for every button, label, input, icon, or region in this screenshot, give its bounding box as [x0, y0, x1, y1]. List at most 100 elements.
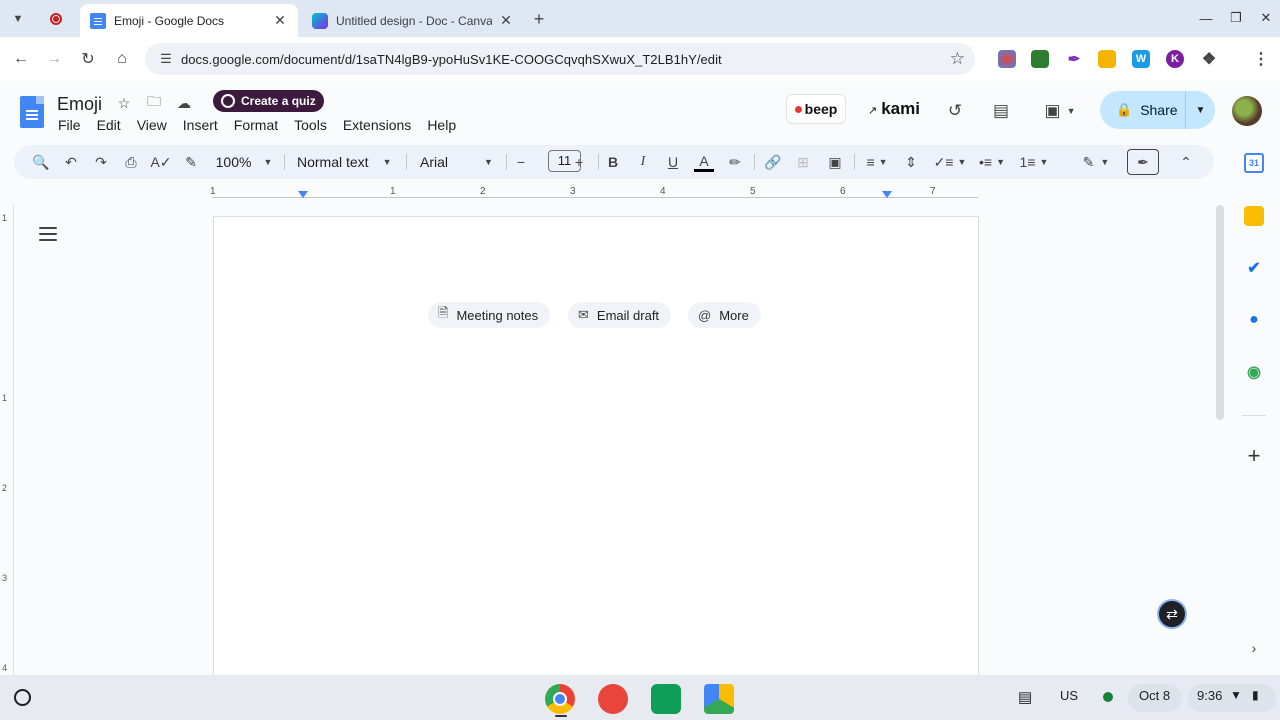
version-history-icon[interactable]: ↺ — [943, 99, 967, 123]
ime-indicator[interactable]: US — [1060, 688, 1078, 703]
undo-icon[interactable]: ↶ — [62, 152, 80, 172]
home-button[interactable]: ⌂ — [110, 47, 134, 71]
avatar[interactable] — [1232, 96, 1262, 126]
tasks-icon[interactable]: ✔ — [1244, 258, 1264, 278]
menu-insert[interactable]: Insert — [175, 116, 226, 134]
text-color-icon[interactable]: A — [694, 152, 714, 172]
italic-icon[interactable]: I — [634, 152, 652, 172]
launcher-icon[interactable] — [14, 689, 31, 706]
add-addon-icon[interactable]: + — [1244, 443, 1264, 468]
print-icon[interactable]: ⎙ — [122, 152, 140, 172]
back-button[interactable]: ← — [9, 47, 33, 71]
floating-action-icon[interactable]: ⇄ — [1157, 599, 1187, 629]
redo-icon[interactable]: ↷ — [92, 152, 110, 172]
menu-help[interactable]: Help — [419, 116, 464, 134]
keep-icon[interactable] — [1244, 206, 1264, 226]
create-quiz-button[interactable]: Create a quiz — [213, 90, 324, 112]
search-icon[interactable]: 🔍 — [32, 152, 50, 172]
vertical-scrollbar[interactable] — [1216, 205, 1224, 420]
link-icon[interactable]: 🔗 — [764, 152, 782, 172]
bold-icon[interactable]: B — [604, 152, 622, 172]
tab-emoji-docs[interactable]: Emoji - Google Docs ✕ — [80, 4, 298, 37]
new-tab-button[interactable]: + — [528, 8, 550, 30]
clipboard-icon[interactable]: ▤ — [1018, 688, 1032, 706]
right-indent-marker[interactable] — [882, 191, 892, 198]
menu-format[interactable]: Format — [226, 116, 286, 134]
email-draft-chip[interactable]: ✉ Email draft — [568, 302, 672, 328]
classroom-icon[interactable] — [651, 684, 681, 714]
kami-button[interactable]: ↗ kami — [868, 99, 920, 119]
document-page[interactable] — [213, 216, 979, 686]
pen-icon[interactable]: ✒ — [1065, 50, 1083, 68]
menu-view[interactable]: View — [129, 116, 175, 134]
spellcheck-icon[interactable]: A✓ — [150, 152, 171, 172]
close-icon[interactable]: ✕ — [498, 12, 514, 29]
line-spacing-icon[interactable]: ⇕ — [902, 152, 920, 172]
increase-font-size-icon[interactable]: + — [570, 152, 588, 172]
bookmark-star-icon[interactable]: ☆ — [950, 49, 965, 69]
tab-canva[interactable]: Untitled design - Doc - Canva ✕ — [302, 4, 524, 37]
menu-extensions[interactable]: Extensions — [335, 116, 419, 134]
move-folder-icon[interactable]: 🗀 — [144, 93, 164, 113]
beep-button[interactable]: beep — [786, 94, 846, 124]
bulleted-list-icon[interactable]: •≡ ▼ — [974, 152, 1010, 172]
editing-mode-icon[interactable]: ✎ ▼ — [1079, 152, 1113, 172]
close-icon[interactable]: ✕ — [272, 12, 288, 29]
add-comment-icon[interactable]: ⊞ — [794, 152, 812, 172]
site-settings-icon[interactable]: ☰ — [151, 51, 181, 67]
status-dot-icon[interactable] — [1103, 692, 1113, 702]
menu-tools[interactable]: Tools — [286, 116, 335, 134]
zoom-select[interactable]: 100% ▼ — [214, 152, 274, 172]
chrome-icon[interactable] — [545, 684, 575, 714]
left-indent-marker[interactable] — [298, 191, 308, 198]
paint-format-icon[interactable]: ✎ — [182, 152, 200, 172]
chevron-right-icon[interactable]: › — [1244, 638, 1264, 658]
kami-pen-icon[interactable]: ✒ — [1127, 149, 1159, 175]
document-title[interactable]: Emoji — [57, 94, 102, 115]
docs-logo-icon[interactable] — [20, 96, 44, 128]
url-text[interactable]: docs.google.com/document/d/1saTN4lgB9-yp… — [181, 52, 722, 67]
contacts-icon[interactable]: ● — [1244, 310, 1264, 330]
star-icon[interactable]: ☆ — [114, 93, 134, 113]
paragraph-style-select[interactable]: Normal text ▼ — [297, 152, 392, 172]
more-menu-icon[interactable]: ⋮ — [1252, 50, 1270, 68]
more-chip[interactable]: @ More — [688, 302, 761, 328]
k-icon[interactable]: K — [1166, 50, 1184, 68]
tab-search-chevron-icon[interactable]: ▼ — [8, 9, 28, 29]
forward-button[interactable]: → — [42, 47, 66, 71]
chevron-up-icon[interactable]: ⌃ — [1177, 152, 1195, 172]
puzzle-colorful-icon[interactable] — [998, 50, 1016, 68]
reload-button[interactable]: ↻ — [76, 47, 100, 71]
close-window-icon[interactable]: ✕ — [1256, 8, 1276, 28]
minimize-icon[interactable]: — — [1196, 8, 1216, 28]
comments-icon[interactable]: ▤ — [989, 99, 1013, 123]
share-button[interactable]: 🔒 Share ▼ — [1100, 91, 1215, 129]
date-label[interactable]: Oct 8 — [1139, 688, 1170, 703]
share-dropdown-icon[interactable]: ▼ — [1185, 91, 1215, 129]
meeting-notes-chip[interactable]: 🗎 Meeting notes — [428, 302, 551, 328]
font-select[interactable]: Arial ▼ — [420, 152, 493, 172]
calendar-icon[interactable]: 31 — [1244, 153, 1264, 173]
maps-icon[interactable]: ◉ — [1244, 362, 1264, 382]
meet-icon[interactable]: ▣ ▼ — [1040, 99, 1080, 123]
menu-file[interactable]: File — [50, 116, 89, 134]
canvas-paint-icon[interactable] — [598, 684, 628, 714]
time-label[interactable]: 9:36 — [1197, 688, 1222, 703]
insert-image-icon[interactable]: ▣ — [826, 152, 844, 172]
w-icon[interactable]: W — [1132, 50, 1150, 68]
highlight-icon[interactable]: ✏ — [726, 152, 744, 172]
decrease-font-size-icon[interactable]: − — [512, 152, 530, 172]
numbered-list-icon[interactable]: 1≡ ▼ — [1016, 152, 1052, 172]
underline-icon[interactable]: U — [664, 152, 682, 172]
align-icon[interactable]: ≡ ▼ — [862, 152, 892, 172]
restore-icon[interactable]: ❐ — [1226, 8, 1246, 28]
gold-icon[interactable] — [1098, 50, 1116, 68]
document-outline-icon[interactable] — [38, 224, 58, 244]
green-square-icon[interactable] — [1031, 50, 1049, 68]
menu-edit[interactable]: Edit — [89, 116, 129, 134]
drive-icon[interactable] — [704, 684, 734, 714]
checklist-icon[interactable]: ✓≡ ▼ — [932, 152, 968, 172]
omnibox[interactable]: ☰ docs.google.com/document/d/1saTN4lgB9-… — [145, 43, 975, 75]
recording-tab-icon[interactable] — [44, 8, 68, 30]
extensions-puzzle-icon[interactable]: ❖ — [1200, 50, 1218, 68]
